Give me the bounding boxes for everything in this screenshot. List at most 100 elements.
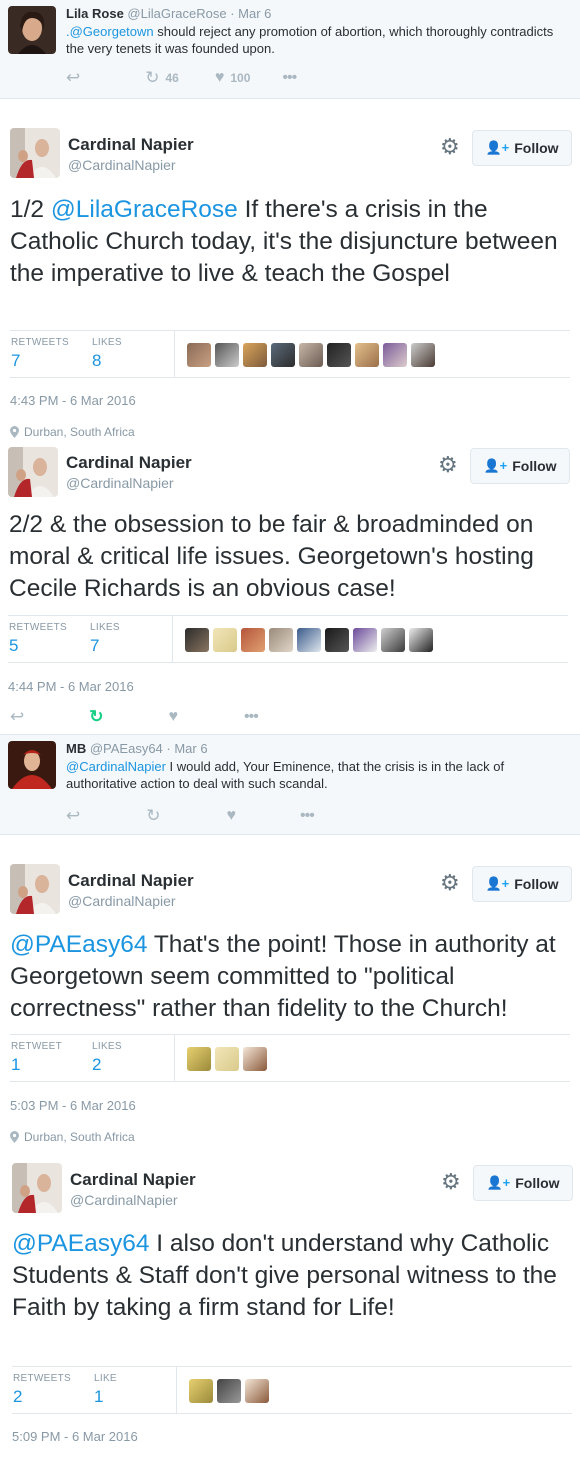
reply-tweet-lila-rose[interactable]: Lila Rose @LilaGraceRose · Mar 6 .@Georg… [0, 0, 580, 99]
avatar[interactable] [409, 628, 433, 652]
likes-stat[interactable]: LIKES 2 [92, 1041, 122, 1075]
avatar[interactable] [269, 628, 293, 652]
user-name[interactable]: Cardinal Napier [70, 1170, 196, 1190]
user-handle[interactable]: @CardinalNapier [68, 893, 176, 909]
avatar[interactable] [245, 1379, 269, 1403]
avatar[interactable] [187, 1047, 211, 1071]
reply-actions: ↩ ↻ 46 ♥ 100 ••• [66, 68, 297, 88]
avatar[interactable] [10, 128, 60, 178]
likes-stat[interactable]: LIKE 1 [94, 1373, 117, 1407]
location-pin-icon [10, 1131, 19, 1143]
tweet-timestamp[interactable]: 5:09 PM - 6 Mar 2016 [12, 1429, 138, 1444]
tweet-date[interactable]: · Mar 6 [230, 6, 271, 21]
avatar[interactable] [185, 628, 209, 652]
user-name[interactable]: Lila Rose [66, 6, 124, 21]
avatar[interactable] [189, 1379, 213, 1403]
more-icon[interactable]: ••• [244, 708, 259, 726]
user-name[interactable]: Cardinal Napier [66, 453, 192, 473]
retweets-stat[interactable]: RETWEETS 5 [9, 622, 67, 656]
avatar[interactable] [8, 741, 56, 789]
follow-button[interactable]: 👤+ Follow [470, 448, 570, 484]
retweet-action[interactable]: ↻ 46 [145, 68, 179, 88]
tweet-date[interactable]: · Mar 6 [166, 741, 207, 756]
mention-link[interactable]: @PAEasy64 [10, 931, 147, 958]
avatar[interactable] [10, 864, 60, 914]
user-name[interactable]: Cardinal Napier [68, 135, 194, 155]
avatar[interactable] [8, 6, 56, 54]
like-count: 100 [230, 71, 251, 85]
reply-icon[interactable]: ↩ [66, 806, 80, 826]
gear-icon[interactable]: ⚙ [441, 1169, 461, 1195]
user-handle[interactable]: @CardinalNapier [70, 1192, 178, 1208]
tweet-timestamp[interactable]: 4:43 PM - 6 Mar 2016 [10, 393, 136, 408]
follow-button[interactable]: 👤+ Follow [473, 1165, 573, 1201]
stat-value: 2 [13, 1387, 23, 1406]
divider [176, 1367, 177, 1413]
like-action[interactable]: ♥ 100 [215, 69, 251, 87]
user-handle[interactable]: @CardinalNapier [68, 157, 176, 173]
avatar[interactable] [327, 343, 351, 367]
tweet-timestamp[interactable]: 5:03 PM - 6 Mar 2016 [10, 1098, 136, 1113]
user-handle[interactable]: @CardinalNapier [66, 475, 174, 491]
mention-link[interactable]: @PAEasy64 [12, 1230, 149, 1257]
mention-link[interactable]: .@Georgetown [66, 24, 154, 39]
avatar[interactable] [297, 628, 321, 652]
retweets-stat[interactable]: RETWEET 1 [11, 1041, 62, 1075]
mention-link[interactable]: @LilaGraceRose [51, 196, 238, 223]
more-icon[interactable]: ••• [300, 807, 315, 825]
avatar[interactable] [241, 628, 265, 652]
avatar[interactable] [215, 1047, 239, 1071]
retweet-icon[interactable]: ↻ [89, 707, 103, 727]
avatar[interactable] [215, 343, 239, 367]
tweet-3: Cardinal Napier @CardinalNapier ⚙ 👤+ Fol… [0, 836, 580, 1146]
avatar[interactable] [355, 343, 379, 367]
tweet-timestamp[interactable]: 4:44 PM - 6 Mar 2016 [8, 679, 134, 694]
avatar[interactable] [383, 343, 407, 367]
follow-button[interactable]: 👤+ Follow [472, 866, 572, 902]
avatar[interactable] [271, 343, 295, 367]
gear-icon[interactable]: ⚙ [440, 870, 460, 896]
mention-link[interactable]: @CardinalNapier [66, 759, 166, 774]
retweets-stat[interactable]: RETWEETS 2 [13, 1373, 71, 1407]
retweet-count: 46 [165, 71, 179, 85]
avatar[interactable] [8, 447, 58, 497]
follow-person-icon: 👤+ [486, 1175, 511, 1190]
gear-icon[interactable]: ⚙ [440, 134, 460, 160]
avatar[interactable] [12, 1163, 62, 1213]
likes-stat[interactable]: LIKES 8 [92, 337, 122, 371]
reply-tweet-mb[interactable]: MB @PAEasy64 · Mar 6 @CardinalNapier I w… [0, 734, 580, 835]
avatar[interactable] [411, 343, 435, 367]
user-handle[interactable]: @PAEasy64 [90, 741, 163, 756]
likes-stat[interactable]: LIKES 7 [90, 622, 120, 656]
user-name[interactable]: Cardinal Napier [68, 871, 194, 891]
avatar[interactable] [243, 343, 267, 367]
tweet-location[interactable]: Durban, South Africa [10, 425, 135, 439]
heart-icon[interactable]: ♥ [227, 807, 237, 825]
user-handle[interactable]: @LilaGraceRose [127, 6, 226, 21]
retweet-icon[interactable]: ↻ [146, 806, 160, 826]
avatar[interactable] [213, 628, 237, 652]
stat-value: 1 [94, 1387, 104, 1406]
reply-icon[interactable]: ↩ [10, 707, 24, 727]
avatar[interactable] [381, 628, 405, 652]
divider [174, 331, 175, 377]
follow-person-icon: 👤+ [483, 458, 508, 473]
follow-button[interactable]: 👤+ Follow [472, 130, 572, 166]
reply-actions: ↩ ↻ ♥ ••• [66, 806, 315, 826]
avatar[interactable] [299, 343, 323, 367]
avatar[interactable] [353, 628, 377, 652]
avatar[interactable] [187, 343, 211, 367]
reply-icon[interactable]: ↩ [66, 68, 80, 88]
heart-icon: ♥ [214, 69, 225, 86]
heart-icon[interactable]: ♥ [169, 708, 179, 726]
liker-avatars [187, 1047, 267, 1071]
more-icon[interactable]: ••• [282, 69, 297, 87]
retweets-stat[interactable]: RETWEETS 7 [11, 337, 69, 371]
gear-icon[interactable]: ⚙ [438, 452, 458, 478]
tweet-location[interactable]: Durban, South Africa [10, 1130, 135, 1144]
user-name[interactable]: MB [66, 741, 86, 756]
avatar[interactable] [243, 1047, 267, 1071]
avatar[interactable] [217, 1379, 241, 1403]
avatar[interactable] [325, 628, 349, 652]
liker-avatars [185, 628, 433, 652]
